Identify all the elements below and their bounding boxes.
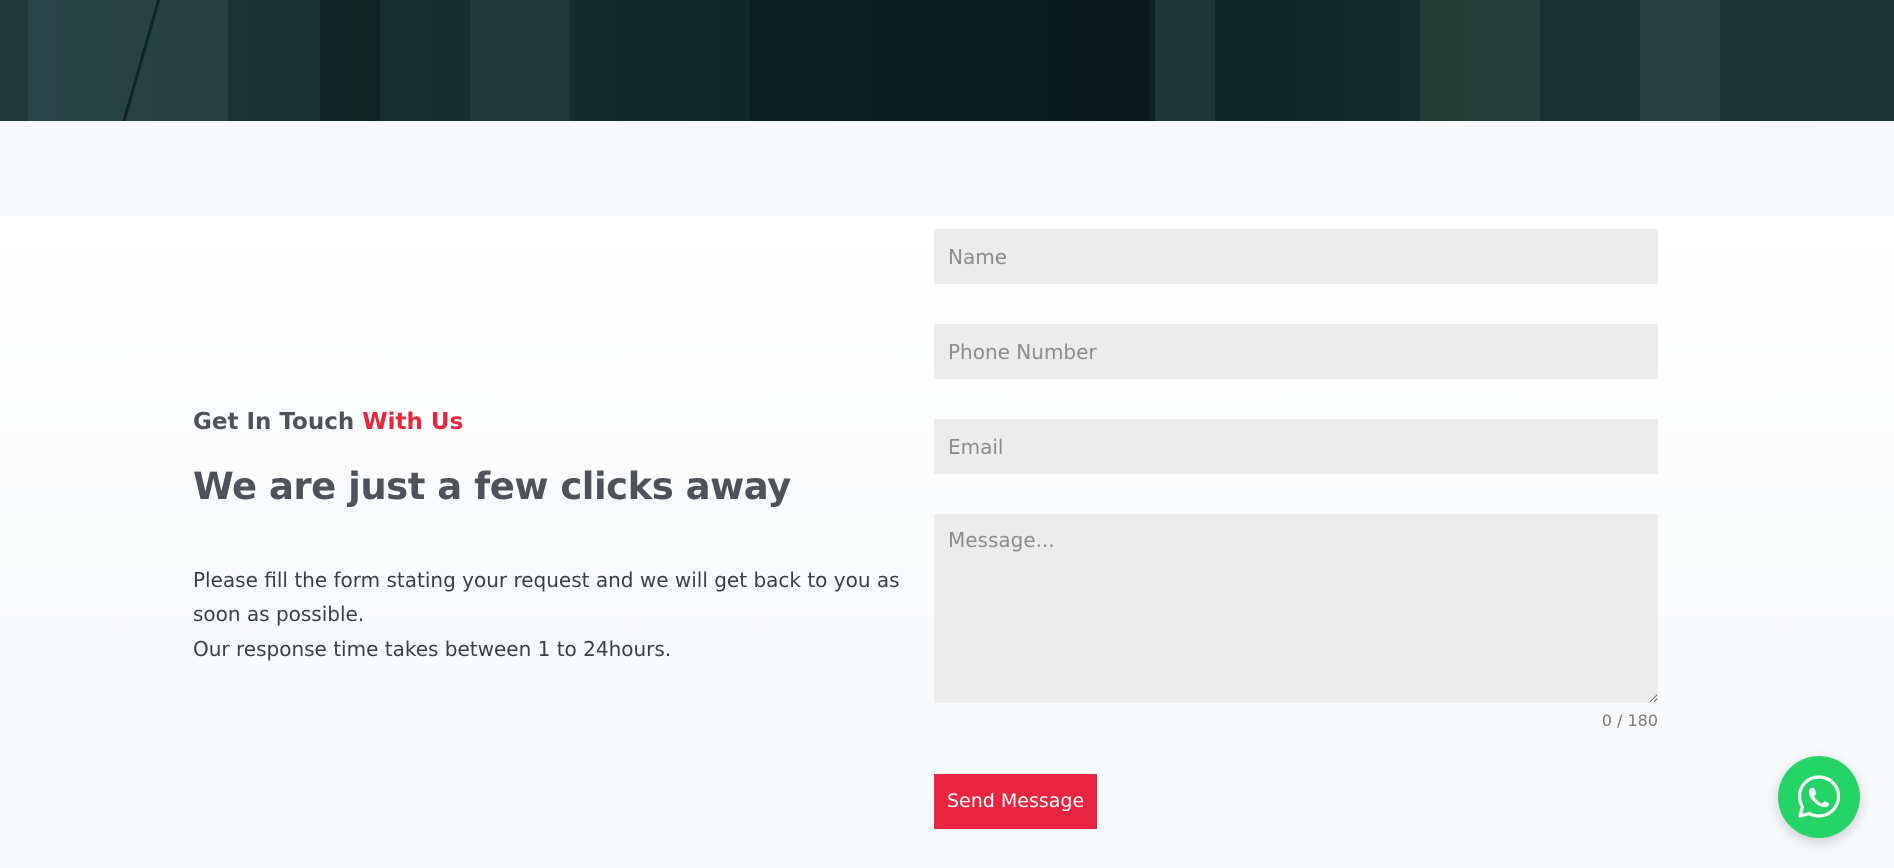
message-textarea[interactable]	[934, 514, 1658, 703]
eyebrow-accent-text: With Us	[362, 409, 464, 435]
description-line: Please fill the form stating your reques…	[193, 567, 900, 627]
contact-form: 0 / 180 Send Message	[934, 229, 1658, 829]
section-spacer	[0, 121, 1894, 216]
hero-shade	[1155, 0, 1215, 121]
phone-field[interactable]	[934, 324, 1658, 379]
contact-intro: Get In Touch With Us We are just a few c…	[193, 409, 913, 666]
name-field[interactable]	[934, 229, 1658, 284]
description-line: Our response time takes between 1 to 24h…	[193, 636, 672, 661]
hero-banner-image	[0, 0, 1894, 121]
hero-shade	[470, 0, 570, 121]
email-field[interactable]	[934, 419, 1658, 474]
whatsapp-icon	[1797, 775, 1841, 818]
hero-shade	[320, 0, 380, 121]
eyebrow-text: Get In Touch	[193, 409, 355, 435]
contact-description: Please fill the form stating your reques…	[193, 563, 913, 667]
send-message-button[interactable]: Send Message	[934, 774, 1098, 829]
whatsapp-chat-button[interactable]	[1778, 756, 1860, 838]
hero-shade	[1420, 0, 1540, 121]
section-eyebrow: Get In Touch With Us	[193, 409, 913, 437]
page-title: We are just a few clicks away	[193, 464, 791, 508]
character-counter: 0 / 180	[1601, 711, 1658, 730]
hero-shade	[1640, 0, 1720, 121]
hero-shade	[750, 0, 1150, 121]
